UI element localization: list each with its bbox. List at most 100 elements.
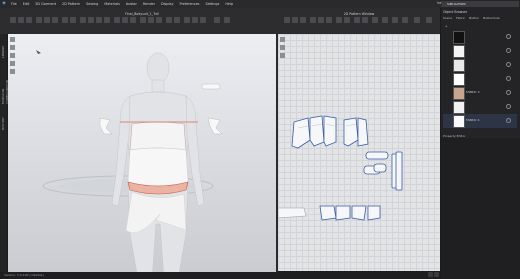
3d-scene[interactable]	[8, 34, 276, 279]
pattern-piece-front-left[interactable]	[291, 117, 311, 149]
pattern-piece-strap-left[interactable]	[207, 117, 223, 135]
snapshot-tool-icon[interactable]	[174, 17, 180, 23]
pattern-piece-front-center-right[interactable]	[323, 115, 337, 147]
pin-tool-icon[interactable]	[44, 17, 50, 23]
pattern-piece-lower-1[interactable]	[319, 205, 337, 221]
3d-garment-viewport[interactable]	[8, 34, 276, 279]
menu-item-sewing[interactable]: Sewing	[83, 2, 101, 6]
2d-texture-tool-icon[interactable]	[392, 17, 398, 23]
fabric-options-icon[interactable]	[506, 118, 511, 123]
fabric-options-icon[interactable]	[506, 76, 511, 81]
status-layout-icon[interactable]	[434, 272, 439, 277]
topstitch-tool-icon[interactable]	[104, 17, 110, 23]
move-tool-icon[interactable]	[18, 17, 24, 23]
menu-item-help[interactable]: Help	[222, 2, 236, 6]
hidden-tool-icon[interactable]	[148, 17, 154, 23]
segment-sewing-icon[interactable]	[354, 17, 360, 23]
menu-item-preferences[interactable]: Preferences	[176, 2, 202, 6]
pattern-piece-front-center-left[interactable]	[309, 115, 325, 147]
trim-tool-icon[interactable]	[122, 17, 128, 23]
free-sewing-icon[interactable]	[362, 17, 368, 23]
graphic-tool-icon[interactable]	[114, 17, 120, 23]
3d-camera-icon[interactable]	[10, 45, 15, 50]
pattern-piece-back-right[interactable]	[357, 117, 369, 147]
2d-select-tool-icon[interactable]	[284, 17, 290, 23]
tab-buttonhole[interactable]: Buttonhole	[483, 16, 499, 20]
simulate-icon[interactable]	[36, 17, 42, 23]
2d-fit-view-icon[interactable]	[280, 45, 285, 50]
fabric-list-item[interactable]	[443, 30, 517, 44]
fabric-list-item[interactable]	[443, 58, 517, 72]
fabric-list-item-selected[interactable]: FABRIC 4	[443, 114, 517, 128]
pattern-piece-edge-left[interactable]	[278, 207, 307, 219]
camera-tool-icon[interactable]	[166, 17, 172, 23]
tab-modular-configurator[interactable]: MODULAR CONFIGURATOR	[1, 64, 9, 104]
menu-item-3d-garment[interactable]: 3D Garment	[32, 2, 59, 6]
circle-tool-icon[interactable]	[326, 17, 332, 23]
2d-edit-point-icon[interactable]	[300, 17, 306, 23]
tab-button[interactable]: Button	[469, 16, 479, 20]
pattern-piece-loop[interactable]	[201, 83, 221, 90]
menu-item-2d-pattern[interactable]: 2D Pattern	[59, 2, 83, 6]
fabric-options-icon[interactable]	[506, 62, 511, 67]
pattern-pieces[interactable]	[278, 115, 403, 221]
avatar-tool-icon[interactable]	[62, 17, 68, 23]
tack-tool-icon[interactable]	[372, 17, 378, 23]
menu-item-file[interactable]: File	[8, 2, 20, 6]
2d-display-icon[interactable]	[280, 37, 285, 42]
pattern-piece-lower-4[interactable]	[367, 205, 381, 221]
3d-settings-icon[interactable]	[224, 17, 230, 23]
internal-line-tool-icon[interactable]	[336, 17, 342, 23]
3d-fabric-display-icon[interactable]	[10, 69, 15, 74]
playback-tool-icon[interactable]	[200, 17, 206, 23]
pattern-piece-loop-1[interactable]	[365, 151, 389, 160]
menu-item-avatar[interactable]: Avatar	[123, 2, 140, 6]
2d-pattern-viewport[interactable]	[278, 34, 440, 271]
garment-waist[interactable]	[127, 147, 189, 187]
3d-avatar-display-icon[interactable]	[10, 53, 15, 58]
render-tool-icon[interactable]	[184, 17, 190, 23]
polygon-tool-icon[interactable]	[310, 17, 316, 23]
fabric-options-icon[interactable]	[506, 48, 511, 53]
pattern-piece-back-left[interactable]	[343, 117, 359, 147]
pattern-piece-strap-right[interactable]	[99, 117, 113, 135]
tab-library[interactable]: LIBRARY	[1, 38, 6, 58]
pattern-piece-lower-2[interactable]	[335, 205, 351, 221]
tape-tool-icon[interactable]	[130, 17, 136, 23]
2d-graphic-tool-icon[interactable]	[402, 17, 408, 23]
pattern-piece-lower-3[interactable]	[351, 205, 367, 221]
3d-display-icon[interactable]	[10, 37, 15, 42]
fold-tool-icon[interactable]	[52, 17, 58, 23]
pattern-piece-loop-3[interactable]	[373, 163, 387, 173]
fabric-tool-icon[interactable]	[140, 17, 146, 23]
2d-grid-icon[interactable]	[280, 53, 285, 58]
button-tool-icon[interactable]	[88, 17, 94, 23]
tab-fabric[interactable]: Fabric	[456, 16, 465, 20]
menu-item-edit[interactable]: Edit	[20, 2, 33, 6]
tab-history[interactable]: HISTORY	[1, 110, 6, 130]
rectangle-tool-icon[interactable]	[318, 17, 324, 23]
status-settings-icon[interactable]	[428, 272, 433, 277]
video-tool-icon[interactable]	[192, 17, 198, 23]
mode-badge[interactable]: SIMULATION	[441, 1, 519, 7]
2d-pattern-canvas[interactable]	[278, 34, 440, 271]
fabric-options-icon[interactable]	[506, 104, 511, 109]
add-fabric-icon[interactable]: +	[445, 24, 448, 28]
fabric-list-item[interactable]: FABRIC 3	[443, 86, 517, 100]
fabric-list-item[interactable]	[443, 44, 517, 58]
fabric-options-icon[interactable]	[506, 90, 511, 95]
menu-item-settings[interactable]: Settings	[202, 2, 222, 6]
2d-settings-icon[interactable]	[426, 17, 432, 23]
lock-tool-icon[interactable]	[156, 17, 162, 23]
fabric-options-icon[interactable]	[506, 34, 511, 39]
menu-item-materials[interactable]: Materials	[101, 2, 123, 6]
measure-tool-icon[interactable]	[70, 17, 76, 23]
texture-tool-icon[interactable]	[80, 17, 86, 23]
tab-scene[interactable]: Scene	[443, 16, 452, 20]
fabric-list-item[interactable]	[443, 72, 517, 86]
3d-garment-display-icon[interactable]	[10, 61, 15, 66]
view-options-icon[interactable]	[214, 17, 220, 23]
dart-tool-icon[interactable]	[344, 17, 350, 23]
2d-transform-tool-icon[interactable]	[292, 17, 298, 23]
garment-bodice[interactable]	[129, 121, 187, 151]
